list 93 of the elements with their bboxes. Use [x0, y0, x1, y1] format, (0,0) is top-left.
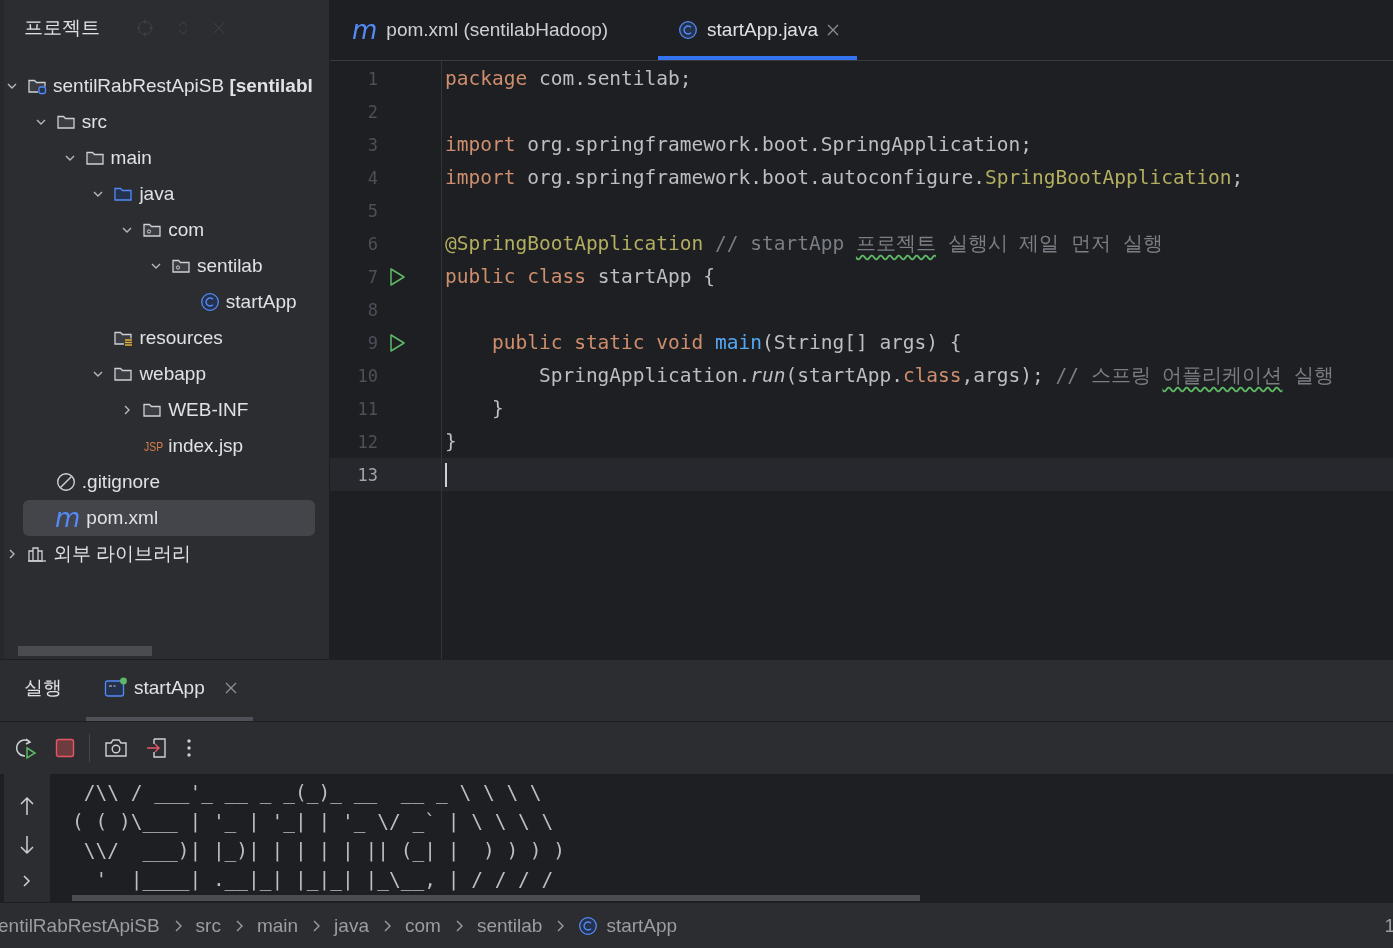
close-icon[interactable] [827, 24, 839, 36]
resources-folder-icon [113, 329, 134, 347]
code-token: run [750, 364, 786, 387]
breadcrumb[interactable]: com [404, 914, 441, 937]
exit-icon[interactable] [146, 736, 168, 759]
tree-item[interactable]: java [4, 176, 315, 212]
tree-item[interactable]: com [4, 212, 315, 248]
editor-tab[interactable]: m pom.xml (sentilabHadoop) [348, 0, 613, 60]
code-token: @SpringBootApplication [445, 232, 704, 255]
code-token: com.sentilab; [537, 67, 692, 90]
code-token: import [445, 166, 516, 189]
scrollbar-thumb[interactable] [72, 895, 920, 902]
code-token: startApp { [596, 265, 716, 288]
code-token: main [714, 331, 762, 354]
code-token: public static void [490, 331, 704, 354]
tree-item[interactable]: src [4, 104, 315, 140]
breadcrumb[interactable]: startApp [578, 914, 678, 937]
tree-item[interactable]: sentilRabRestApiSB [sentilabl [4, 68, 315, 104]
code-token: (String[] args) { [762, 331, 962, 354]
run-icon[interactable] [388, 266, 406, 287]
console-line: ' |____| .__|_| |_|_| |_\__, | / / / / [94, 866, 555, 893]
code-token: ,args); [961, 364, 1045, 387]
maven-icon: m [352, 20, 378, 40]
code-token: import [445, 133, 516, 156]
run-icon[interactable] [388, 332, 406, 353]
editor-tab[interactable]: startApp.java [658, 0, 857, 60]
code-token: ; [1231, 166, 1244, 189]
folder-icon [113, 365, 134, 383]
package-icon [142, 221, 163, 239]
tree-item[interactable]: JSP index.jsp [4, 428, 315, 464]
arrow-up-icon[interactable] [19, 795, 35, 816]
folder-icon [55, 113, 76, 131]
rerun-icon[interactable] [13, 735, 37, 760]
chevron-icon[interactable] [21, 873, 33, 888]
code-token: package [445, 67, 528, 90]
code-token: } [490, 397, 504, 420]
tree-item[interactable]: main [4, 140, 315, 176]
breadcrumb[interactable]: main [256, 914, 299, 937]
console-line: \\/ ___)| |_)| | | | | || (_| | ) ) ) ) [82, 837, 566, 864]
tree-item[interactable]: startApp [4, 284, 315, 320]
chevron-icon [382, 918, 393, 933]
class-icon [578, 915, 599, 936]
breadcrumb[interactable]: sentilab [476, 914, 543, 937]
camera-icon[interactable] [104, 737, 128, 758]
folder-icon [142, 401, 163, 419]
tree-item[interactable]: webapp [4, 356, 315, 392]
code-token: 실행 [1293, 363, 1335, 389]
code-token: 실행시 제일 먼저 실행 [946, 231, 1163, 257]
code-token: org.springframework.boot.SpringApplication; [526, 133, 1032, 156]
folder-icon [113, 185, 134, 203]
app-window-icon [104, 677, 128, 700]
chevron-icon [454, 918, 465, 933]
maven-icon: m [55, 508, 81, 528]
tree-item[interactable]: m pom.xml [23, 500, 315, 536]
package-icon [171, 257, 191, 275]
stop-icon[interactable] [55, 737, 75, 758]
code-token: // startApp [714, 232, 846, 255]
code-token: class [902, 364, 962, 387]
tree-item[interactable]: resources [4, 320, 315, 356]
breadcrumb[interactable]: java [334, 914, 369, 937]
line-number: 13 [356, 464, 378, 485]
console-line: /\\ / ___'_ __ _ _(_)_ __ __ _ \ \ \ \ [82, 779, 543, 806]
code-token: SpringApplication. [537, 364, 751, 387]
text-caret [445, 462, 447, 487]
code-token: (startApp. [785, 364, 903, 387]
code-token: org.springframework.boot.autoconfigure. [526, 166, 986, 189]
panel-title: 프로젝트 [24, 16, 100, 40]
library-icon [27, 545, 47, 563]
chevron-icon [173, 918, 184, 933]
chevron-icon [234, 918, 245, 933]
scrollbar-thumb[interactable] [18, 645, 152, 656]
jsp-icon: JSP [144, 438, 161, 454]
class-icon [678, 20, 699, 40]
panel-title: 실행 [24, 676, 62, 701]
code-token: 프로젝트 [855, 231, 936, 257]
ignore-icon [55, 472, 76, 492]
code-token: } [445, 430, 457, 453]
class-icon [199, 292, 220, 312]
code-token: 어플리케이션 [1162, 363, 1283, 389]
folder-icon [84, 149, 105, 167]
more-icon[interactable] [186, 737, 192, 758]
code-token: public class [445, 265, 586, 288]
breadcrumb[interactable]: src [195, 914, 221, 937]
code-token: // 스프링 [1055, 363, 1152, 389]
code-token: SpringBootApplication [985, 166, 1232, 189]
module-folder-icon [27, 77, 47, 95]
console-line: ( ( )\___ | '_ | '_| | '_ \/ _` | \ \ \ \ [72, 808, 555, 835]
tree-item[interactable]: .gitignore [4, 464, 315, 500]
tree-item[interactable]: 외부 라이브러리 [4, 536, 315, 572]
tree-item[interactable]: sentilab [4, 248, 315, 284]
tree-item[interactable]: WEB-INF [4, 392, 315, 428]
arrow-down-icon[interactable] [19, 834, 35, 855]
close-icon[interactable] [224, 682, 237, 695]
